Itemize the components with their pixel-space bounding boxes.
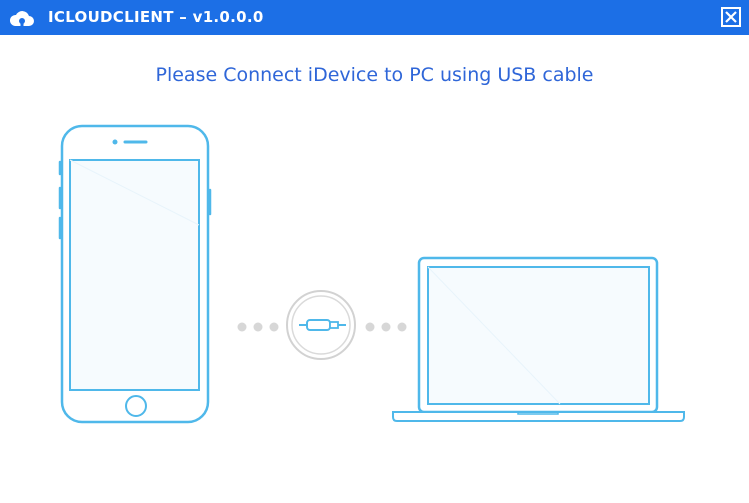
iphone-icon: [58, 124, 212, 424]
connection-dots-right: [365, 322, 407, 332]
connection-illustration: [58, 124, 685, 424]
usb-cable-icon: [286, 290, 356, 360]
laptop-icon: [392, 256, 685, 422]
connection-dots-left: [237, 322, 279, 332]
